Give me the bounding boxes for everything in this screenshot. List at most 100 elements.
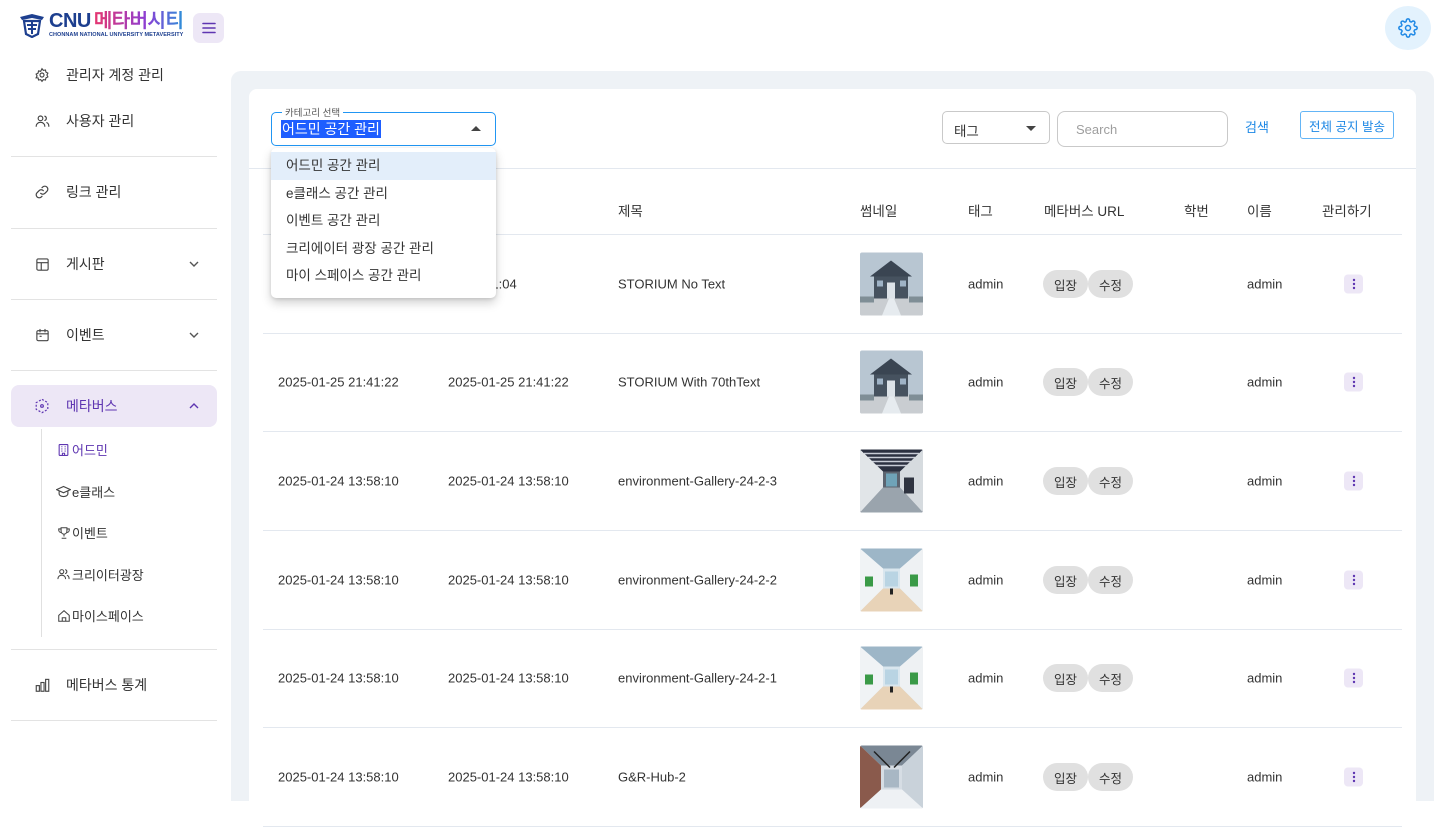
column-header-title: 제목 [618,204,643,219]
settings-icon [33,66,51,84]
cell-created: 2025-01-24 13:58:10 [278,572,399,588]
dropdown-option-eclass[interactable]: e클래스 공간 관리 [271,180,496,208]
enter-button[interactable]: 입장 [1043,763,1088,791]
more-vertical-icon [1352,376,1355,388]
edit-button[interactable]: 수정 [1088,664,1133,692]
enter-button[interactable]: 입장 [1043,467,1088,495]
submenu-item-event[interactable]: 이벤트 [56,512,217,554]
dropdown-option-creator-plaza[interactable]: 크리에이터 광장 공간 관리 [271,235,496,263]
graduation-cap-icon [56,484,71,499]
table-row: 2025-01-24 13:58:10 2025-01-24 13:58:10 en… [263,432,1402,531]
column-header-student-id: 학번 [1184,204,1209,219]
sidebar-item-board[interactable]: 게시판 [11,243,217,285]
caret-up-icon [471,126,481,131]
submenu-item-label: 어드민 [72,443,108,459]
category-select-value: 어드민 공간 관리 [281,120,381,138]
sidebar-item-admin-accounts[interactable]: 관리자 계정 관리 [11,54,217,96]
submenu-item-label: 이벤트 [72,526,108,542]
search-input[interactable] [1058,112,1227,146]
dropdown-option-admin[interactable]: 어드민 공간 관리 [271,152,496,180]
tag-select-value: 태그 [954,124,979,139]
layout-icon [33,255,51,273]
cell-title: environment-Gallery-24-2-2 [618,572,777,588]
thumbnail-image [860,449,923,513]
enter-button[interactable]: 입장 [1043,368,1088,396]
thumbnail-image [860,745,923,809]
sidebar-item-label: 메타버스 통계 [66,676,148,693]
sidebar-divider [11,719,217,721]
cell-name: admin [1247,769,1283,785]
submenu-item-creator-plaza[interactable]: 크리이터광장 [56,554,217,596]
cell-created: 2025-01-25 21:41:22 [278,374,399,390]
category-dropdown-menu: 어드민 공간 관리 e클래스 공간 관리 이벤트 공간 관리 크리에이터 광장 … [271,148,496,298]
more-vertical-icon [1352,672,1355,684]
edit-button[interactable]: 수정 [1088,467,1133,495]
more-vertical-icon [1352,278,1355,290]
sidebar-item-metaverse[interactable]: 메타버스 [11,385,217,427]
submenu-item-myspace[interactable]: 마이스페이스 [56,595,217,637]
row-actions-button[interactable] [1344,372,1363,392]
dropdown-option-event[interactable]: 이벤트 공간 관리 [271,207,496,235]
submenu-item-eclass[interactable]: e클래스 [56,471,217,513]
cell-created: 2025-01-24 13:58:10 [278,473,399,489]
cell-updated: 2025-01-24 13:58:10 [448,670,569,686]
chart-icon [33,676,51,694]
row-actions-button[interactable] [1344,767,1363,787]
cell-created: 2025-01-24 13:58:10 [278,670,399,686]
cell-name: admin [1247,374,1283,390]
dropdown-option-myspace[interactable]: 마이 스페이스 공간 관리 [271,262,496,290]
category-select[interactable]: 카테고리 선택 어드민 공간 관리 [271,105,496,146]
sidebar-divider [11,228,217,229]
thumbnail-image [860,252,923,316]
cell-tag: admin [968,572,1004,588]
column-header-thumbnail: 썸네일 [860,204,898,219]
edit-button[interactable]: 수정 [1088,270,1133,298]
sidebar-item-label: 메타버스 [66,398,118,414]
edit-button[interactable]: 수정 [1088,368,1133,396]
row-actions-button[interactable] [1344,570,1363,590]
chevron-up-icon [189,400,201,412]
sidebar-item-label: 관리자 계정 관리 [66,67,164,83]
cell-tag: admin [968,670,1004,686]
enter-button[interactable]: 입장 [1043,664,1088,692]
search-field [1057,111,1228,147]
menu-toggle-button[interactable] [193,13,224,43]
cell-title: STORIUM With 70thText [618,374,761,390]
link-icon [33,183,51,201]
cell-tag: admin [968,374,1004,390]
sidebar-divider [11,370,217,371]
edit-button[interactable]: 수정 [1088,763,1133,791]
sidebar-item-links[interactable]: 링크 관리 [11,171,217,213]
more-vertical-icon [1352,771,1355,783]
submenu-item-label: e클래스 [72,484,116,500]
column-header-name: 이름 [1247,204,1272,219]
send-notice-button[interactable]: 전체 공지 발송 [1300,111,1394,139]
row-actions-button[interactable] [1344,274,1363,294]
tag-select[interactable]: 태그 [942,111,1050,144]
row-actions-button[interactable] [1344,668,1363,688]
hamburger-icon [201,22,216,34]
enter-button[interactable]: 입장 [1043,270,1088,298]
edit-button[interactable]: 수정 [1088,566,1133,594]
brand-logo[interactable]: CNU 메타버시티 CHONNAM NATIONAL UNIVERSITY ME… [18,10,184,40]
thumbnail-image [860,350,923,414]
cell-title: environment-Gallery-24-2-3 [618,473,777,489]
sidebar-item-label: 게시판 [66,256,105,272]
submenu-item-admin[interactable]: 어드민 [56,429,217,471]
sidebar-item-label: 사용자 관리 [66,113,135,129]
university-emblem-icon [20,14,44,38]
sidebar: 관리자 계정 관리 사용자 관리 링크 관리 게시판 이벤트 메타버스 어드민 … [11,54,217,735]
metaverse-icon [33,397,51,415]
brand-name-en: CNU [49,10,91,33]
enter-button[interactable]: 입장 [1043,566,1088,594]
sidebar-item-metaverse-stats[interactable]: 메타버스 통계 [11,664,217,706]
sidebar-item-label: 링크 관리 [66,184,122,200]
search-button[interactable]: 검색 [1245,117,1269,136]
sidebar-item-users[interactable]: 사용자 관리 [11,100,217,142]
settings-button[interactable] [1385,6,1431,50]
gear-icon [1398,18,1418,38]
sidebar-item-events[interactable]: 이벤트 [11,314,217,356]
row-actions-button[interactable] [1344,471,1363,491]
cell-title: G&R-Hub-2 [618,769,686,785]
cell-updated: 2025-01-24 13:58:10 [448,572,569,588]
